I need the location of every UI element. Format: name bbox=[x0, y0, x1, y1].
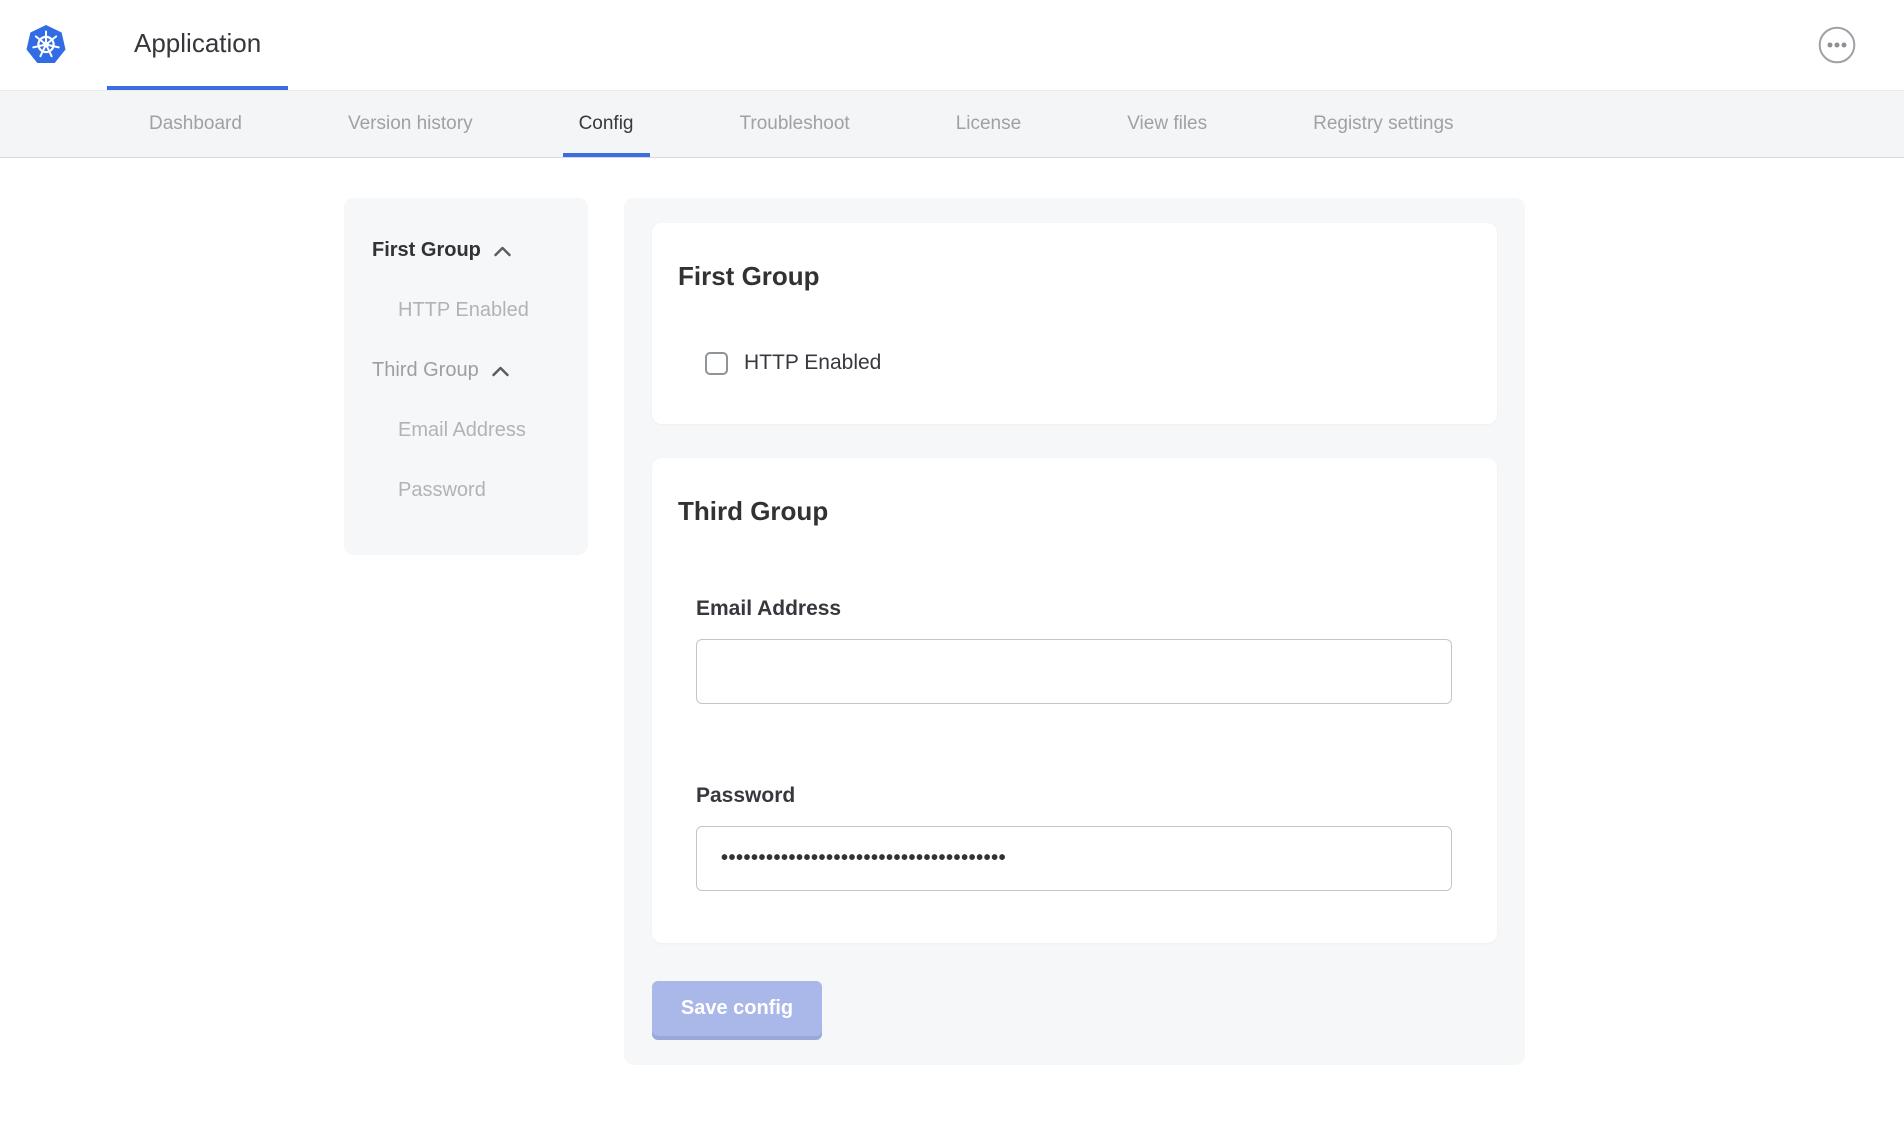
tab-version-history[interactable]: Version history bbox=[332, 91, 489, 157]
email-address-label: Email Address bbox=[696, 597, 1471, 621]
kubernetes-logo-icon bbox=[25, 24, 67, 66]
tab-application[interactable]: Application bbox=[107, 0, 288, 90]
config-group-card-first: First Group HTTP Enabled bbox=[652, 223, 1497, 424]
group-title: First Group bbox=[678, 261, 1471, 291]
tab-label: Dashboard bbox=[149, 113, 242, 135]
tab-dashboard[interactable]: Dashboard bbox=[133, 91, 258, 157]
app-subnav: Dashboard Version history Config Trouble… bbox=[0, 91, 1904, 158]
config-group-card-third: Third Group Email Address Password bbox=[652, 458, 1497, 943]
tab-license[interactable]: License bbox=[940, 91, 1038, 157]
sidebar-item-label: Password bbox=[398, 479, 486, 502]
http-enabled-label[interactable]: HTTP Enabled bbox=[744, 351, 881, 375]
app-tab-label: Application bbox=[134, 28, 261, 59]
overflow-menu-button[interactable] bbox=[1818, 26, 1856, 64]
password-field[interactable] bbox=[696, 826, 1452, 891]
tab-troubleshoot[interactable]: Troubleshoot bbox=[724, 91, 866, 157]
tab-label: View files bbox=[1127, 113, 1207, 135]
kubernetes-logo bbox=[25, 0, 67, 90]
tab-label: Troubleshoot bbox=[740, 113, 850, 135]
save-config-button[interactable]: Save config bbox=[652, 981, 822, 1036]
email-address-field[interactable] bbox=[696, 639, 1452, 704]
sidebar-item-http-enabled[interactable]: HTTP Enabled bbox=[344, 280, 588, 340]
tab-config[interactable]: Config bbox=[563, 91, 650, 157]
sidebar-group-label: First Group bbox=[372, 239, 481, 262]
tab-label: Config bbox=[579, 113, 634, 135]
tab-label: Version history bbox=[348, 113, 473, 135]
app-header: Application bbox=[0, 0, 1904, 91]
config-groups-sidebar: First Group HTTP Enabled Third Group Ema… bbox=[344, 198, 588, 555]
sidebar-group-third-group[interactable]: Third Group bbox=[344, 340, 588, 400]
sidebar-item-password[interactable]: Password bbox=[344, 460, 588, 520]
tab-label: License bbox=[956, 113, 1022, 135]
ellipsis-icon bbox=[1818, 26, 1856, 64]
sidebar-item-email-address[interactable]: Email Address bbox=[344, 400, 588, 460]
password-label: Password bbox=[696, 784, 1471, 808]
sidebar-item-label: Email Address bbox=[398, 419, 526, 442]
tab-view-files[interactable]: View files bbox=[1111, 91, 1223, 157]
http-enabled-row: HTTP Enabled bbox=[705, 351, 1471, 375]
group-title: Third Group bbox=[678, 496, 1471, 526]
http-enabled-checkbox[interactable] bbox=[705, 352, 728, 375]
sidebar-group-first-group[interactable]: First Group bbox=[344, 220, 588, 280]
config-page: First Group HTTP Enabled Third Group Ema… bbox=[0, 158, 1904, 1122]
config-form-panel: First Group HTTP Enabled Third Group Ema… bbox=[624, 198, 1525, 1065]
chevron-up-icon bbox=[491, 365, 510, 377]
tab-label: Registry settings bbox=[1313, 113, 1453, 135]
sidebar-group-label: Third Group bbox=[372, 359, 479, 382]
tab-registry-settings[interactable]: Registry settings bbox=[1297, 91, 1469, 157]
chevron-up-icon bbox=[493, 245, 512, 257]
sidebar-item-label: HTTP Enabled bbox=[398, 299, 529, 322]
